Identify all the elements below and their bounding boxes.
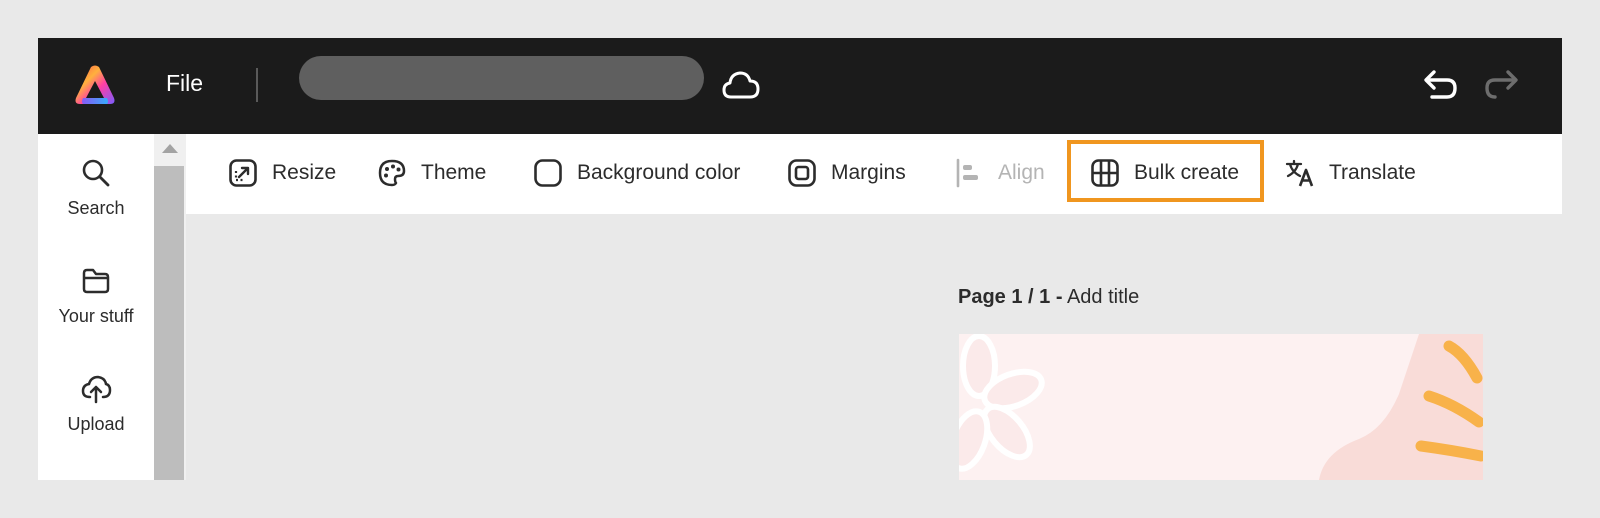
- editor-toolbar: Resize Theme Background color Margins Al…: [186, 134, 1562, 214]
- align-icon: [956, 158, 978, 188]
- top-bar: File: [38, 38, 1562, 134]
- header-divider: [256, 68, 258, 102]
- rail-item-search[interactable]: Search: [38, 158, 154, 219]
- flower-icon: [959, 334, 1045, 472]
- square-icon: [534, 159, 562, 187]
- translate-icon: [1285, 159, 1314, 187]
- margins-icon: [788, 159, 816, 187]
- tool-label: Translate: [1329, 161, 1416, 184]
- translate-button[interactable]: Translate: [1285, 156, 1416, 190]
- file-menu-button[interactable]: File: [166, 70, 203, 97]
- palette-icon: [378, 159, 406, 187]
- tool-label: Margins: [831, 161, 906, 184]
- redo-icon: [1485, 70, 1518, 99]
- tool-label: Theme: [421, 161, 487, 184]
- margins-button[interactable]: Margins: [787, 156, 906, 190]
- page-preview[interactable]: [959, 334, 1483, 480]
- theme-button[interactable]: Theme: [377, 156, 486, 190]
- rail-item-upload[interactable]: Upload: [38, 374, 154, 435]
- bulk-create-highlight: [1067, 140, 1264, 202]
- page-preview-artwork: [959, 334, 1483, 480]
- page-title-row: Page 1 / 1 - Add title: [958, 286, 1139, 309]
- add-title-link[interactable]: Add title: [1067, 286, 1139, 308]
- background-color-button[interactable]: Background color: [533, 156, 740, 190]
- left-panel-scrollbar[interactable]: [154, 134, 186, 480]
- rail-item-label: Search: [67, 198, 125, 218]
- tool-label: Align: [998, 161, 1045, 184]
- resize-icon: [229, 159, 257, 187]
- rail-item-your-stuff[interactable]: Your stuff: [38, 266, 154, 327]
- align-button: Align: [954, 156, 1045, 190]
- scrollbar-thumb[interactable]: [154, 166, 184, 480]
- adobe-express-logo-icon[interactable]: [74, 64, 116, 106]
- undo-icon[interactable]: [1420, 66, 1458, 102]
- resize-button[interactable]: Resize: [228, 156, 336, 190]
- folder-icon: [82, 268, 110, 294]
- rail-item-label: Your stuff: [58, 306, 134, 326]
- tool-label: Background color: [577, 161, 741, 184]
- app-window: File Search Your stuff Upload Resize The…: [38, 38, 1562, 480]
- page-indicator: Page 1 / 1 -: [958, 286, 1063, 308]
- scroll-up-arrow-icon[interactable]: [162, 144, 178, 153]
- cloud-icon[interactable]: [721, 68, 761, 102]
- upload-cloud-icon: [81, 375, 112, 404]
- document-title-input[interactable]: [299, 56, 704, 100]
- tool-label: Resize: [272, 161, 337, 184]
- rail-item-label: Upload: [67, 414, 125, 434]
- left-rail: Search Your stuff Upload: [38, 134, 154, 480]
- search-icon: [82, 159, 110, 187]
